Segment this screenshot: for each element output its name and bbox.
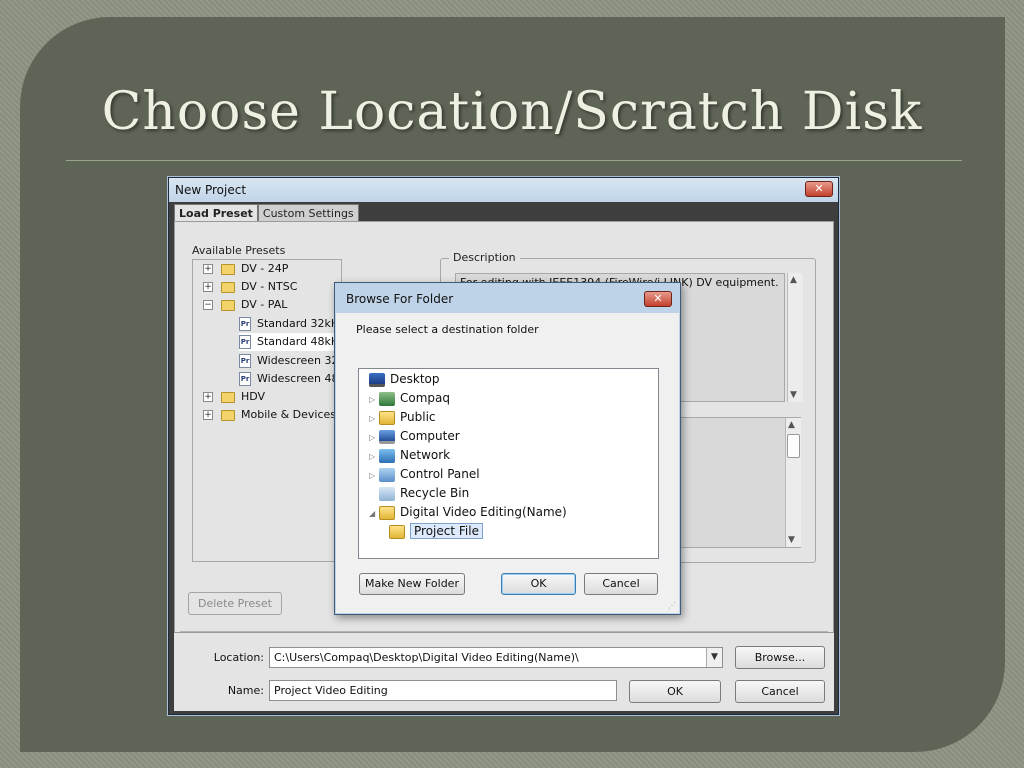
expand-arrow-icon[interactable]: ▷ [369,409,379,428]
folder-icon [221,263,235,275]
expand-icon[interactable]: + [203,282,213,292]
tree-item-network[interactable]: ▷ Network [369,446,450,465]
browse-ok-button[interactable]: OK [501,573,576,595]
tree-item-desktop[interactable]: Desktop [369,370,440,389]
make-new-folder-button[interactable]: Make New Folder [359,573,465,595]
slide-title: Choose Location/Scratch Disk [101,82,923,142]
folder-icon [379,410,395,425]
user-folder-icon [379,391,395,406]
tree-item-control-panel[interactable]: ▷ Control Panel [369,465,480,484]
collapse-arrow-icon[interactable]: ◢ [369,504,379,523]
close-icon[interactable]: ✕ [644,291,672,307]
close-icon[interactable]: ✕ [805,181,833,197]
collapse-icon[interactable]: − [203,300,213,310]
folder-icon [389,524,405,539]
expand-arrow-icon[interactable]: ▷ [369,390,379,409]
folder-tree[interactable]: Desktop ▷ Compaq ▷ Public ▷ Computer ▷ Netwo… [358,368,659,559]
location-label: Location: [213,651,264,664]
tree-item-recycle-bin[interactable]: Recycle Bin [379,484,469,503]
description-label: Description [449,251,520,264]
tab-load-preset[interactable]: Load Preset [174,204,258,221]
title-divider [66,160,962,161]
delete-preset-button[interactable]: Delete Preset [188,592,282,615]
desktop-icon [369,372,385,387]
tab-bar: Load Preset Custom Settings [174,204,359,221]
browse-button[interactable]: Browse... [735,646,825,669]
new-project-titlebar: New Project ✕ [169,178,838,202]
name-label: Name: [227,684,264,697]
scroll-thumb[interactable] [787,434,800,458]
computer-icon [379,429,395,444]
network-icon [379,448,395,463]
premiere-preset-icon: Pr [239,354,251,368]
browse-for-folder-dialog: Browse For Folder ✕ Please select a dest… [334,282,681,615]
description-scrollbar[interactable]: ▲ ▼ [787,273,803,402]
resize-grip-icon[interactable]: ⋰ [668,601,676,610]
preset-folder-dv-ntsc[interactable]: + DV - NTSC [203,278,297,296]
new-project-title: New Project [175,183,247,197]
tab-custom-settings[interactable]: Custom Settings [257,204,359,221]
expand-icon[interactable]: + [203,264,213,274]
preset-standard-32khz[interactable]: Pr Standard 32kHz [239,315,345,333]
premiere-preset-icon: Pr [239,317,251,331]
premiere-preset-icon: Pr [239,335,251,349]
scroll-down-icon[interactable]: ▼ [790,390,797,400]
scroll-down-icon[interactable]: ▼ [788,535,795,545]
footer-divider [180,631,828,632]
folder-icon [221,409,235,421]
expand-icon[interactable]: + [203,410,213,420]
scroll-up-icon[interactable]: ▲ [788,420,795,430]
expand-arrow-icon[interactable]: ▷ [369,466,379,485]
ok-button[interactable]: OK [629,680,721,703]
expand-icon[interactable]: + [203,392,213,402]
premiere-preset-icon: Pr [239,372,251,386]
location-field[interactable]: C:\Users\Compaq\Desktop\Digital Video Ed… [269,647,723,668]
tree-item-public[interactable]: ▷ Public [369,408,436,427]
preset-folder-mobile-devices[interactable]: + Mobile & Devices [203,406,336,424]
available-presets-label: Available Presets [192,244,286,257]
recycle-bin-icon [379,486,395,501]
preset-folder-hdv[interactable]: + HDV [203,388,265,406]
chevron-down-icon[interactable]: ▼ [706,648,722,667]
browse-for-folder-body: Please select a destination folder Deskt… [336,313,679,613]
folder-icon [221,391,235,403]
browse-for-folder-title: Browse For Folder [346,292,454,306]
scroll-up-icon[interactable]: ▲ [790,275,797,285]
project-settings-footer: Location: C:\Users\Compaq\Desktop\Digita… [174,631,834,711]
tree-item-project-file[interactable]: Project File [389,522,483,541]
tree-item-compaq[interactable]: ▷ Compaq [369,389,450,408]
expand-arrow-icon[interactable]: ▷ [369,447,379,466]
tree-item-computer[interactable]: ▷ Computer [369,427,460,446]
expand-arrow-icon[interactable]: ▷ [369,428,379,447]
project-name-field[interactable]: Project Video Editing [269,680,617,701]
folder-icon [379,505,395,520]
preset-folder-dv-pal[interactable]: − DV - PAL [203,296,287,314]
info-scrollbar[interactable]: ▲ ▼ [785,418,801,547]
cancel-button[interactable]: Cancel [735,680,825,703]
folder-icon [221,281,235,293]
preset-standard-48khz[interactable]: Pr Standard 48kHz [239,333,349,351]
select-folder-prompt: Please select a destination folder [356,323,539,336]
preset-folder-dv-24p[interactable]: + DV - 24P [203,260,288,278]
control-panel-icon [379,467,395,482]
folder-icon [221,299,235,311]
browse-cancel-button[interactable]: Cancel [584,573,658,595]
tree-item-digital-video-editing[interactable]: ◢ Digital Video Editing(Name) [369,503,567,522]
